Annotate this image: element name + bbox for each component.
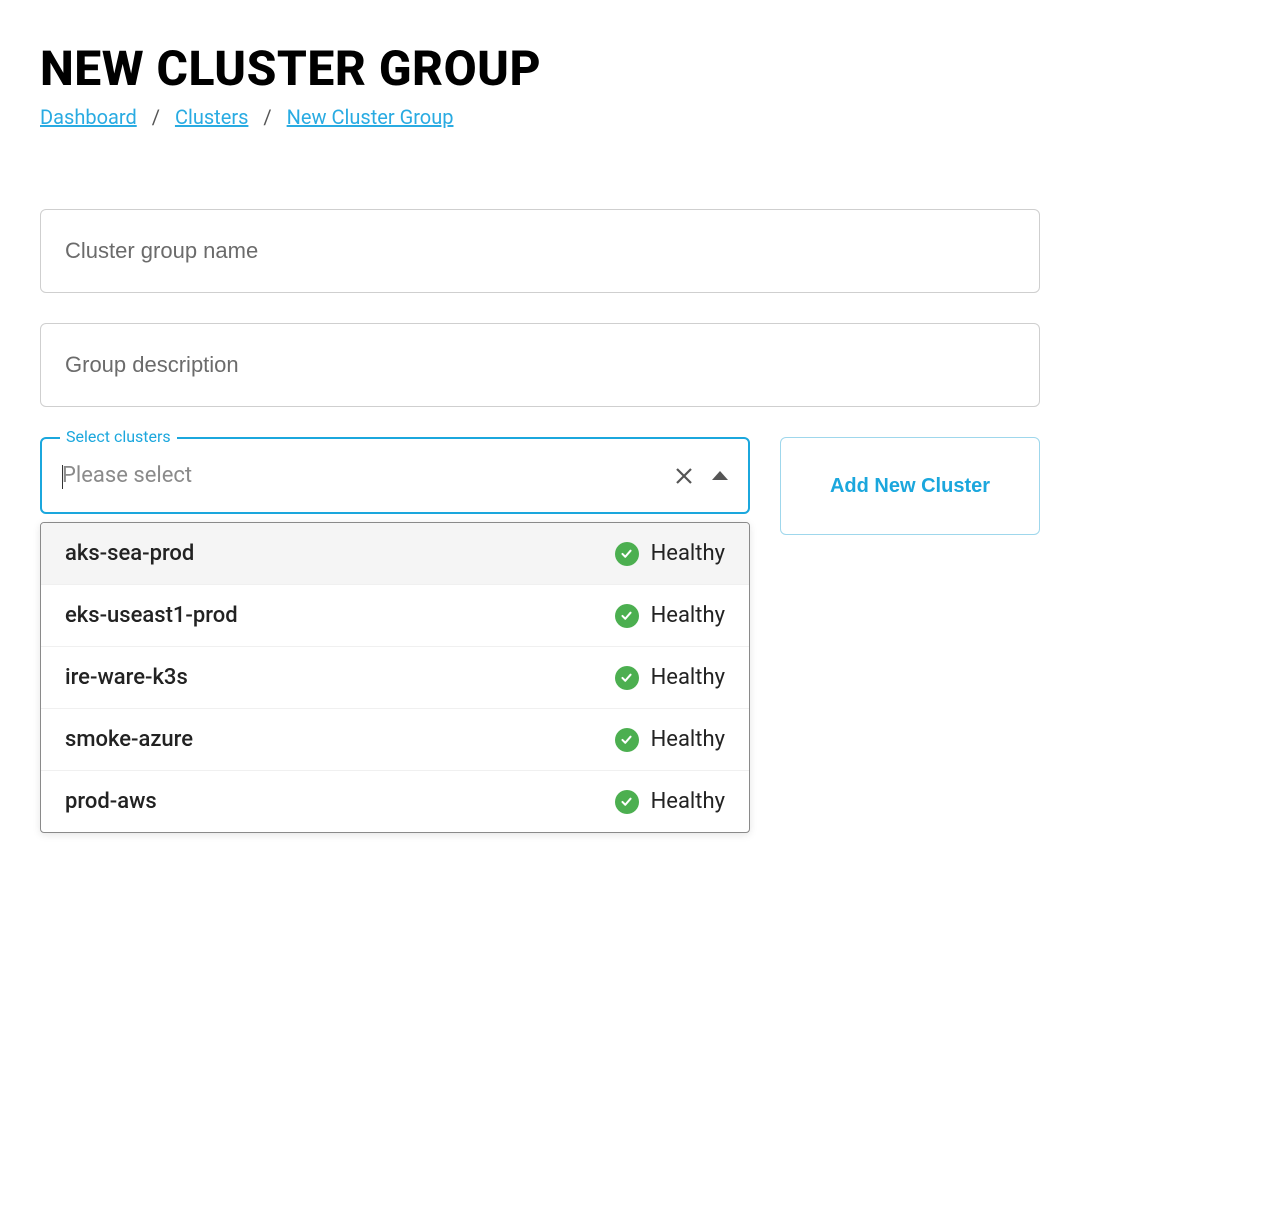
select-row: Select clusters Please select [40,437,1040,535]
check-circle-icon [615,542,639,566]
option-status-text: Healthy [651,665,725,690]
option-status: Healthy [615,541,725,566]
select-clusters-combobox[interactable]: Please select [40,437,750,514]
option-name: smoke-azure [65,727,193,752]
check-circle-icon [615,604,639,628]
option-name: aks-sea-prod [65,541,194,566]
breadcrumb-new-cluster-group[interactable]: New Cluster Group [287,105,454,129]
check-circle-icon [615,666,639,690]
clear-icon[interactable] [674,466,694,486]
select-clusters-wrapper: Select clusters Please select [40,437,750,514]
cluster-group-name-input[interactable] [40,209,1040,293]
form-area: Select clusters Please select [40,209,1040,535]
select-placeholder: Please select [62,463,674,488]
option-status: Healthy [615,603,725,628]
select-placeholder-text: Please select [62,463,192,488]
text-cursor [62,465,63,489]
option-name: prod-aws [65,789,157,814]
breadcrumb-dashboard[interactable]: Dashboard [40,105,137,129]
option-status-text: Healthy [651,789,725,814]
breadcrumb-separator: / [263,105,271,129]
dropdown-option[interactable]: prod-aws Healthy [41,771,749,832]
caret-up-icon[interactable] [712,471,728,480]
dropdown-option[interactable]: aks-sea-prod Healthy [41,523,749,585]
select-icons [674,466,728,486]
breadcrumb-separator: / [152,105,160,129]
breadcrumb: Dashboard / Clusters / New Cluster Group [40,105,1246,129]
option-status-text: Healthy [651,541,725,566]
option-status-text: Healthy [651,603,725,628]
page-title: NEW CLUSTER GROUP [40,40,1246,97]
add-new-cluster-button[interactable]: Add New Cluster [780,437,1040,535]
dropdown-option[interactable]: ire-ware-k3s Healthy [41,647,749,709]
select-clusters-dropdown: aks-sea-prod Healthy eks-useast1-prod Healt… [40,522,750,833]
select-clusters-label: Select clusters [60,427,177,446]
group-description-input[interactable] [40,323,1040,407]
option-status: Healthy [615,665,725,690]
option-name: ire-ware-k3s [65,665,188,690]
breadcrumb-clusters[interactable]: Clusters [175,105,248,129]
check-circle-icon [615,790,639,814]
dropdown-option[interactable]: smoke-azure Healthy [41,709,749,771]
option-name: eks-useast1-prod [65,603,238,628]
dropdown-option[interactable]: eks-useast1-prod Healthy [41,585,749,647]
option-status: Healthy [615,727,725,752]
option-status: Healthy [615,789,725,814]
check-circle-icon [615,728,639,752]
option-status-text: Healthy [651,727,725,752]
